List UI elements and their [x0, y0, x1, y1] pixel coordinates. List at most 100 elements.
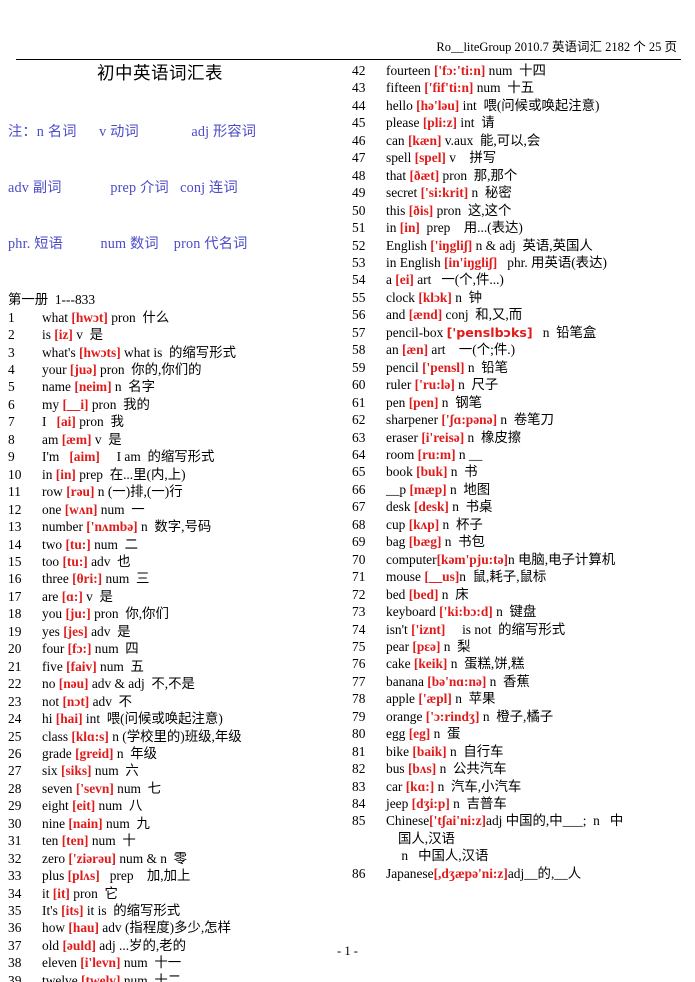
entry-phonetic: [kɑ:] — [405, 778, 435, 794]
entry-headword: I — [42, 414, 57, 430]
entry-number: 4 — [8, 361, 15, 377]
vocab-entry: 31 ten [ten] num 十 — [8, 832, 348, 849]
entry-body: keyboard ['ki:bɔ:d] n 键盘 — [386, 603, 692, 620]
page-title: 初中英语词汇表 — [97, 64, 223, 84]
vocab-entry: 10 in [in] prep 在...里(内,上) — [8, 466, 348, 483]
entry-phonetic: [ru:m] — [417, 446, 456, 462]
entry-body: grade [greid] n 年级 — [42, 745, 348, 762]
vocab-entry: 35 It's [its] it is 的缩写形式 — [8, 902, 348, 919]
entry-number: 49 — [352, 185, 366, 201]
entry-number: 33 — [8, 868, 22, 884]
entry-definition: it is 的缩写形式 — [83, 903, 181, 919]
entry-number: 72 — [352, 586, 366, 602]
entry-headword: plus — [42, 868, 68, 884]
entry-body: It's [its] it is 的缩写形式 — [42, 902, 348, 919]
entry-headword: not — [42, 693, 63, 709]
entry-definition: int 喂(问候或唤起注意) — [459, 97, 600, 113]
running-header-text: Ro__liteGroup 2010.7 英语词汇 2182 个 25 页 — [436, 40, 677, 54]
entry-body: fourteen ['fɔ:'ti:n] num 十四 — [386, 62, 692, 79]
entry-phonetic: ['ru:lə] — [414, 377, 455, 393]
entry-headword: what — [42, 309, 72, 325]
entry-body: one [wʌn] num 一 — [42, 501, 348, 518]
entry-definition: n 键盘 — [492, 604, 537, 620]
entry-phonetic: [eg] — [408, 726, 431, 742]
vocab-entry: 2 is [iz] v 是 — [8, 326, 348, 343]
vocab-entry: 8 am [æm] v 是 — [8, 431, 348, 448]
entry-headword: in — [386, 220, 400, 236]
entry-body: name [neim] n 名字 — [42, 378, 348, 395]
entry-body: number ['nʌmbə] n 数字,号码 — [42, 518, 348, 535]
entry-number: 45 — [352, 115, 366, 131]
entry-body: an [æn] art 一(个;件.) — [386, 341, 692, 358]
entry-body: hello [hə'ləu] int 喂(问候或唤起注意) — [386, 97, 692, 114]
entry-phonetic: [æn] — [402, 342, 429, 358]
entry-definition: num 六 — [91, 763, 139, 779]
entry-headword: please — [386, 115, 423, 131]
left-column: 初中英语词汇表 注：n 名词 v 动词 adj 形容词 adv 副词 prep … — [8, 62, 348, 982]
entry-number: 10 — [8, 466, 22, 482]
entry-headword: an — [386, 342, 402, 358]
entry-number: 34 — [8, 885, 22, 901]
entry-headword: in — [42, 466, 56, 482]
entry-number: 23 — [8, 693, 22, 709]
entry-headword: in English — [386, 254, 445, 270]
entry-phonetic: [greid] — [75, 745, 114, 761]
vocab-entry: 9 I'm [aim] I am 的缩写形式 — [8, 448, 348, 465]
entry-phonetic: [in] — [55, 466, 76, 482]
vocab-entry: 61 pen [pen] n 钢笔 — [352, 394, 692, 411]
entry-headword: bag — [386, 534, 409, 550]
entry-number: 9 — [8, 449, 15, 465]
entry-body: no [nəu] adv & adj 不,不是 — [42, 675, 348, 692]
entry-phonetic: [dʒi:p] — [411, 796, 450, 812]
vocab-entry: 51 in [in] prep 用...(表达) — [352, 219, 692, 236]
vocab-entry: 48 that [ðæt] pron 那,那个 — [352, 167, 692, 184]
entry-phonetic: ['ʃɑ:pənə] — [441, 412, 498, 428]
entry-definition: adj 中国的,中___; n 中 — [486, 813, 624, 829]
vocab-entry: 52 English ['iŋgliʃ] n & adj 英语,英国人 — [352, 237, 692, 254]
entry-headword: ten — [42, 833, 62, 849]
entry-phonetic: [hə'ləu] — [416, 97, 460, 113]
entry-number: 66 — [352, 481, 366, 497]
entry-phonetic: [klɑ:s] — [71, 728, 109, 744]
entry-phonetic: [ðæt] — [409, 167, 440, 183]
entry-number: 16 — [8, 571, 22, 587]
entry-headword: spell — [386, 150, 415, 166]
entry-headword: three — [42, 571, 73, 587]
entry-phonetic: [pɛə] — [412, 638, 441, 654]
vocab-entry: 63 eraser [i'reisə] n 橡皮擦 — [352, 429, 692, 446]
vocab-entry: 26 grade [greid] n 年级 — [8, 745, 348, 762]
entry-body: six [siks] num 六 — [42, 762, 348, 779]
entry-headword: fourteen — [386, 63, 434, 78]
vocab-entry: 12 one [wʌn] num 一 — [8, 501, 348, 518]
entry-headword: row — [42, 484, 67, 500]
entry-body: I [ai] pron 我 — [42, 413, 348, 430]
entry-definition: n 年级 — [113, 745, 158, 761]
vocab-entry: 64 room [ru:m] n __ — [352, 446, 692, 463]
header-divider-rule — [16, 59, 681, 60]
entry-number: 39 — [8, 972, 22, 982]
entry-body: row [rəu] n (一)排,(一)行 — [42, 483, 348, 500]
entry-number: 61 — [352, 394, 366, 410]
entry-number: 51 — [352, 220, 366, 236]
entry-number: 54 — [352, 272, 366, 288]
entry-body: bed [bed] n 床 — [386, 586, 692, 603]
entry-headword: Japanese — [386, 865, 434, 881]
vocab-entry: 65 book [buk] n 书 — [352, 463, 692, 480]
entry-headword: zero — [42, 850, 69, 866]
entry-phonetic: [nəu] — [58, 676, 89, 692]
entry-body: two [tu:] num 二 — [42, 536, 348, 553]
legend-line-3: phr. 短语 num 数词 pron 代名词 — [8, 235, 248, 252]
entry-definition: n 铅笔盒 — [532, 324, 597, 340]
entry-definition: n 书 — [447, 464, 478, 480]
entry-headword: and — [386, 307, 409, 323]
entry-phonetic: [θri:] — [72, 571, 103, 587]
entry-headword: __p — [386, 481, 410, 497]
entry-definition: n 杯子 — [439, 516, 483, 532]
entry-headword: that — [386, 167, 410, 183]
entry-headword: five — [42, 658, 67, 674]
entry-body: class [klɑ:s] n (学校里的)班级,年级 — [42, 728, 348, 745]
entry-body: secret ['si:krit] n 秘密 — [386, 184, 692, 201]
vocab-entry: 57 pencil-box ['penslbɔks] n 铅笔盒 — [352, 324, 692, 341]
entry-definition: prep 加,加上 — [99, 868, 191, 884]
entry-phonetic: [æm] — [61, 431, 92, 447]
